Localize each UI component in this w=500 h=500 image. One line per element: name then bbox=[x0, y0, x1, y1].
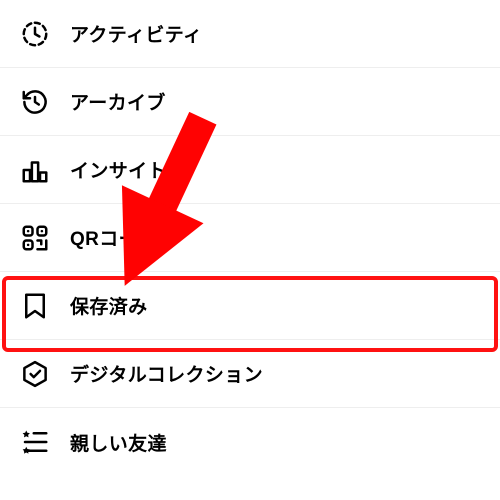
menu-item-close-friends[interactable]: 親しい友達 bbox=[0, 408, 500, 476]
menu-item-saved[interactable]: 保存済み bbox=[0, 272, 500, 340]
menu-item-label: 親しい友達 bbox=[70, 429, 167, 456]
activity-icon bbox=[18, 17, 52, 51]
menu-item-digital-collection[interactable]: デジタルコレクション bbox=[0, 340, 500, 408]
bookmark-icon bbox=[18, 289, 52, 323]
menu-item-activity[interactable]: アクティビティ bbox=[0, 0, 500, 68]
menu-item-insights[interactable]: インサイト bbox=[0, 136, 500, 204]
menu-item-label: アクティビティ bbox=[70, 20, 202, 47]
menu-item-label: アーカイブ bbox=[70, 88, 166, 115]
insights-icon bbox=[18, 153, 52, 187]
menu-item-label: 保存済み bbox=[70, 292, 148, 319]
star-list-icon bbox=[18, 425, 52, 459]
settings-menu: アクティビティ アーカイブ インサイト QRコード 保存済み デジタルコレクショ… bbox=[0, 0, 500, 476]
menu-item-archive[interactable]: アーカイブ bbox=[0, 68, 500, 136]
qr-code-icon bbox=[18, 221, 52, 255]
menu-item-label: デジタルコレクション bbox=[70, 360, 263, 387]
menu-item-label: インサイト bbox=[70, 156, 167, 183]
menu-item-qr-code[interactable]: QRコード bbox=[0, 204, 500, 272]
hexagon-check-icon bbox=[18, 357, 52, 391]
archive-icon bbox=[18, 85, 52, 119]
menu-item-label: QRコード bbox=[70, 224, 157, 251]
